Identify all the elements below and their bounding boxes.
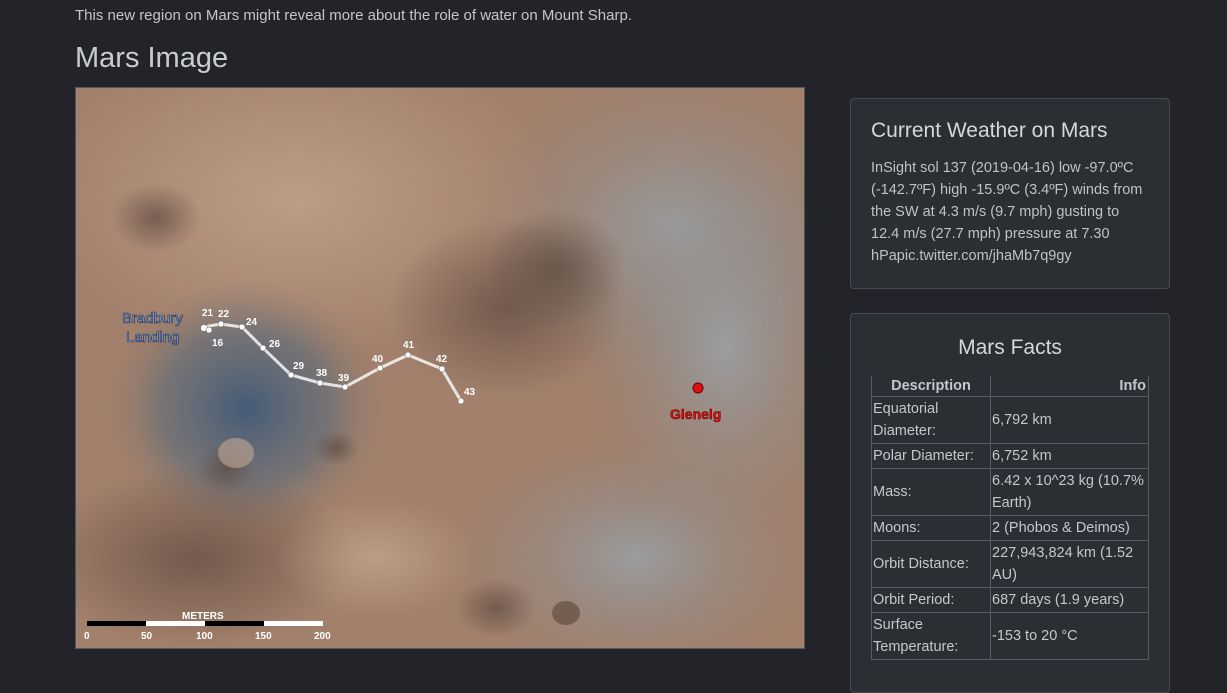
glenelg-marker[interactable]: [692, 382, 704, 394]
fact-label: Mass:: [871, 468, 991, 516]
fact-label: Equatorial Diameter:: [871, 396, 991, 444]
traverse-waypoint: [457, 397, 465, 405]
table-row: Orbit Period: 687 days (1.9 years): [871, 587, 1149, 613]
sol-label: 24: [246, 317, 258, 328]
scale-bar-title: METERS: [182, 611, 224, 622]
traverse-waypoint: [316, 379, 324, 387]
mars-facts-card: Mars Facts Description Info Equatorial D…: [850, 313, 1170, 693]
mars-news-teaser: This new region on Mars might reveal mor…: [75, 7, 632, 24]
fact-label: Orbit Period:: [871, 587, 991, 613]
bradbury-landing-label-line1: Bradbury: [122, 310, 183, 327]
table-row: Polar Diameter: 6,752 km: [871, 443, 1149, 469]
bradbury-landing-label-line2: Landing: [126, 329, 179, 346]
weather-card: Current Weather on Mars InSight sol 137 …: [850, 98, 1170, 289]
column-header-description: Description: [871, 376, 991, 397]
sol-label: 40: [372, 354, 384, 365]
scale-tick-label: 100: [196, 631, 213, 642]
sol-label: 16: [212, 338, 224, 349]
table-row: Equatorial Diameter: 6,792 km: [871, 396, 1149, 444]
scale-tick-label: 0: [84, 631, 90, 642]
fact-label: Moons:: [871, 515, 991, 541]
table-row: Moons: 2 (Phobos & Deimos): [871, 515, 1149, 541]
fact-value: 227,943,824 km (1.52 AU): [990, 540, 1149, 588]
sol-label: 42: [436, 354, 448, 365]
sol-label: 29: [293, 361, 305, 372]
table-row: Mass: 6.42 x 10^23 kg (10.7% Earth): [871, 468, 1149, 516]
traverse-waypoint: [404, 351, 412, 359]
scale-tick-label: 200: [314, 631, 331, 642]
traverse-waypoint: [287, 371, 295, 379]
mars-image-heading: Mars Image: [75, 42, 229, 74]
column-header-info: Info: [990, 376, 1149, 397]
table-row: Orbit Distance: 227,943,824 km (1.52 AU): [871, 540, 1149, 588]
weather-report: InSight sol 137 (2019-04-16) low -97.0ºC…: [871, 160, 1143, 264]
mars-facts-title: Mars Facts: [958, 336, 1062, 359]
table-row: Surface Temperature: -153 to 20 °C: [871, 612, 1149, 660]
fact-label: Polar Diameter:: [871, 443, 991, 469]
traverse-waypoint: [438, 365, 446, 373]
sol-label: 43: [464, 387, 476, 398]
fact-label: Surface Temperature:: [871, 612, 991, 660]
fact-value: 687 days (1.9 years): [990, 587, 1149, 613]
fact-value: 6,792 km: [990, 396, 1149, 444]
table-header-row: Description Info: [871, 376, 1149, 397]
fact-label: Orbit Distance:: [871, 540, 991, 588]
traverse-waypoint: [238, 323, 246, 331]
mars-featured-image[interactable]: 21 22 24 16 26 29 38 39 40 41 42 43 Brad…: [75, 87, 805, 649]
traverse-waypoint: [217, 320, 225, 328]
traverse-waypoint: [259, 344, 267, 352]
fact-value: 6,752 km: [990, 443, 1149, 469]
sol-label: 41: [403, 340, 415, 351]
sol-label: 38: [316, 368, 328, 379]
sol-label: 39: [338, 373, 350, 384]
scale-tick-label: 150: [255, 631, 272, 642]
mars-facts-table: Description Info Equatorial Diameter: 6,…: [871, 376, 1149, 660]
sol-label: 22: [218, 309, 230, 320]
scale-tick-label: 50: [141, 631, 153, 642]
traverse-waypoint: [376, 364, 384, 372]
crater: [552, 601, 580, 625]
traverse-waypoint: [205, 326, 213, 334]
weather-title: Current Weather on Mars: [871, 119, 1108, 142]
fact-value: 2 (Phobos & Deimos): [990, 515, 1149, 541]
fact-value: 6.42 x 10^23 kg (10.7% Earth): [990, 468, 1149, 516]
traverse-waypoint: [341, 383, 349, 391]
sol-label: 21: [202, 308, 214, 319]
fact-value: -153 to 20 °C: [990, 612, 1149, 660]
glenelg-label: Glenelg: [670, 406, 721, 422]
sol-label: 26: [269, 339, 281, 350]
